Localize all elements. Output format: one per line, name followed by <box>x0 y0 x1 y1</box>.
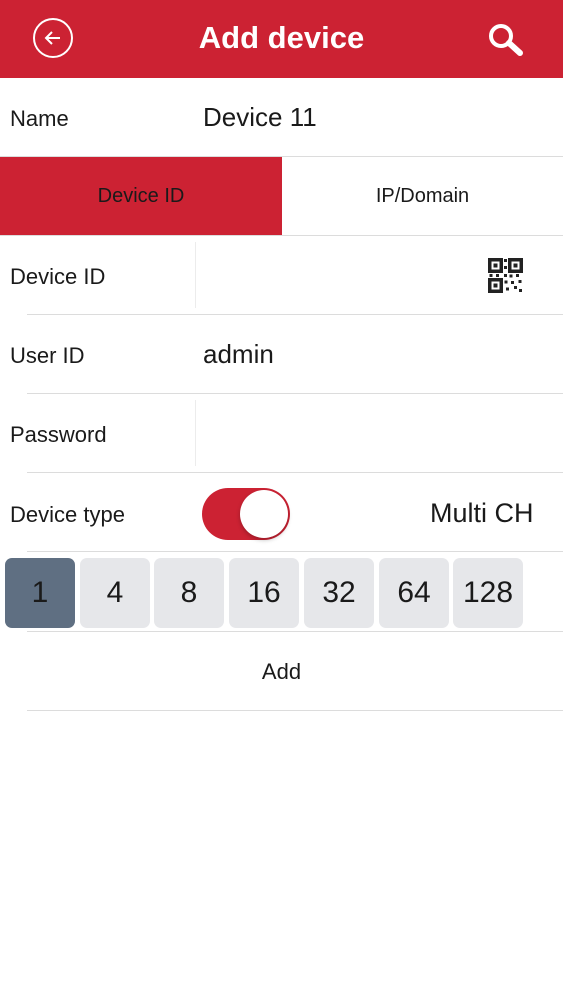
channel-button-1[interactable]: 1 <box>5 558 75 628</box>
device-type-toggle[interactable] <box>202 488 290 540</box>
channel-button-8[interactable]: 8 <box>154 558 224 628</box>
device-type-label: Device type <box>10 502 125 527</box>
device-type-value: Multi CH <box>430 498 534 528</box>
divider <box>0 235 563 236</box>
divider <box>27 710 563 711</box>
tab-ip-domain-label: IP/Domain <box>375 184 470 207</box>
divider <box>27 393 563 394</box>
channel-button-128[interactable]: 128 <box>453 558 523 628</box>
user-id-label: User ID <box>10 343 85 368</box>
user-id-field[interactable]: admin <box>203 339 274 370</box>
search-icon <box>489 24 523 56</box>
name-field[interactable]: Device 11 <box>203 102 317 133</box>
divider <box>27 631 563 632</box>
field-separator <box>195 400 196 466</box>
tab-device-id[interactable]: Device ID <box>0 157 282 235</box>
password-label: Password <box>10 422 107 447</box>
channel-button-4[interactable]: 4 <box>80 558 150 628</box>
divider <box>27 314 563 315</box>
channel-button-32[interactable]: 32 <box>304 558 374 628</box>
toggle-knob <box>240 490 288 538</box>
channel-button-64[interactable]: 64 <box>379 558 449 628</box>
page-title: Add device <box>198 20 365 55</box>
divider <box>27 472 563 473</box>
divider <box>27 551 563 552</box>
tab-ip-domain[interactable]: IP/Domain <box>282 157 563 235</box>
add-button-label: Add <box>261 658 302 684</box>
qr-code-icon[interactable] <box>488 258 523 293</box>
add-button[interactable]: Add <box>0 633 563 710</box>
device-id-label: Device ID <box>10 264 106 289</box>
field-separator <box>195 242 196 308</box>
search-button[interactable] <box>486 22 526 58</box>
header-bar: Add device <box>0 0 563 78</box>
channel-button-16[interactable]: 16 <box>229 558 299 628</box>
tab-device-id-label: Device ID <box>97 184 185 207</box>
name-label: Name <box>10 106 69 131</box>
